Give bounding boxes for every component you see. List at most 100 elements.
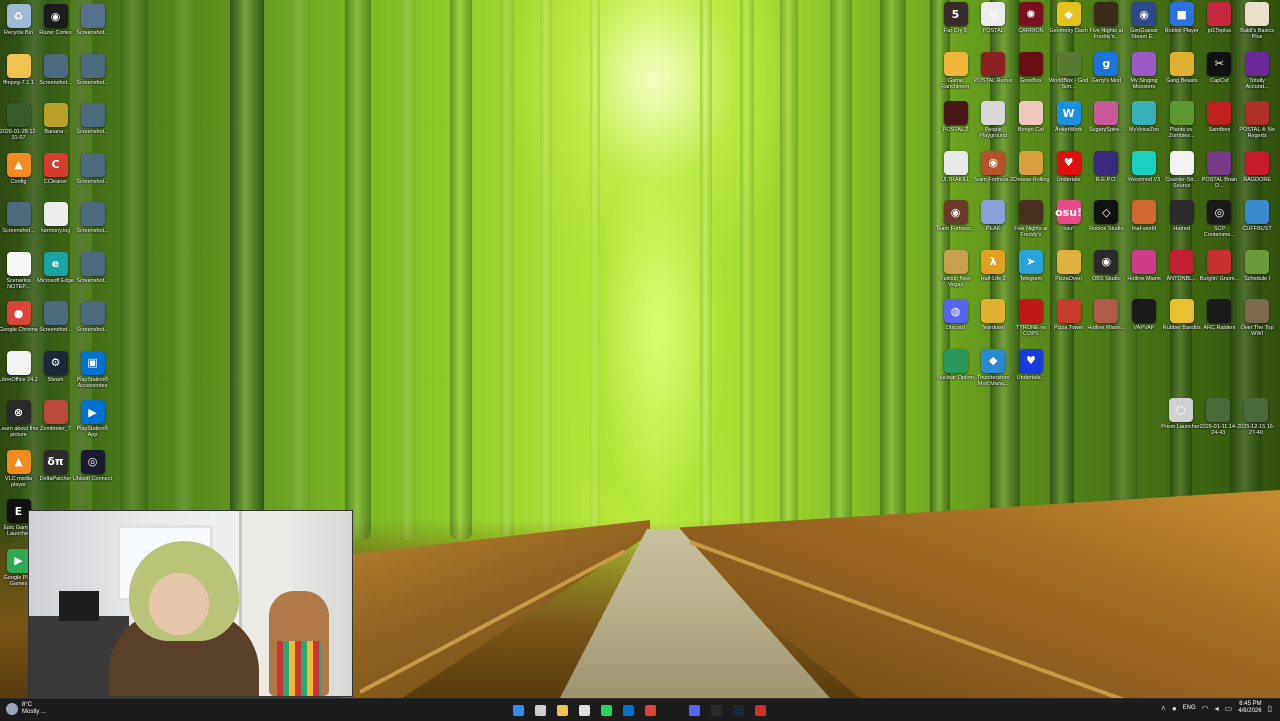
desktop-icon[interactable]: e Microsoft Edge [37, 251, 74, 300]
volume-icon[interactable]: ◂ [1215, 704, 1219, 713]
battery-icon[interactable]: ▭ [1225, 704, 1233, 713]
desktop-icon[interactable]: Screenshot... [74, 251, 111, 300]
desktop-icon[interactable]: ✺ CARRION [1012, 2, 1049, 50]
desktop-icon[interactable]: Banana - [37, 103, 74, 151]
desktop-icon[interactable]: ◉ OBS Studio [1088, 249, 1125, 298]
desktop-icon[interactable]: RAGDORE [1239, 150, 1276, 199]
desktop-icon[interactable]: 2026-01-28 12-31-07 [0, 103, 37, 151]
desktop-icon[interactable]: ◆ Thunderstore Mod Mana... [975, 348, 1012, 397]
desktop-icon[interactable]: POSTAL Brain D... [1201, 150, 1238, 199]
desktop-icon[interactable]: Screenshot... [74, 4, 111, 52]
desktop-icon[interactable]: Pizza Tower [1050, 299, 1087, 347]
desktop-icon[interactable]: fnaf-world [1126, 200, 1163, 248]
desktop-icon[interactable]: POSTAL Redux [974, 51, 1012, 100]
desktop-icon[interactable]: Five Nights at Freddy's... [1088, 2, 1125, 50]
desktop-icon[interactable]: Plants vs. Zombies... [1163, 101, 1200, 149]
desktop-icon[interactable]: Bongo Cat [1012, 101, 1049, 149]
desktop-icon[interactable]: Hatred [1163, 200, 1200, 248]
terminal-taskbar-button[interactable] [708, 702, 725, 718]
desktop-icon[interactable]: ◉ Team Fortress 2 [973, 150, 1013, 199]
desktop-icon[interactable]: VAPVAP [1126, 299, 1163, 347]
desktop-icon[interactable]: Screenshot... [74, 301, 111, 349]
desktop-icon[interactable]: PEAK [975, 200, 1012, 248]
desktop-icon[interactable]: ♻ Recycle Bin [0, 4, 37, 52]
desktop-icon[interactable]: Counter-Str... Source [1163, 150, 1200, 199]
desktop-icon[interactable]: ➤ Telegram [1012, 249, 1049, 298]
desktop-icon[interactable]: Nuclear Option [937, 348, 974, 397]
clock[interactable]: 6:45 PM 4/6/2026 [1238, 701, 1261, 715]
desktop-icon[interactable]: CUFFBUST [1239, 200, 1276, 248]
desktop-icon[interactable]: Over The Top WWI [1239, 299, 1276, 347]
desktop-icon[interactable]: Hotline Miami... [1087, 299, 1125, 347]
desktop-icon[interactable]: Sandbox [1201, 101, 1238, 149]
desktop-icon[interactable]: Fallout: New Vegas [937, 249, 974, 298]
desktop-icon[interactable]: ◉ Team Fortress... [936, 200, 975, 248]
desktop-icon[interactable]: ffmpeg-7.1.1 [0, 53, 37, 102]
playstation-app-taskbar-button[interactable] [620, 702, 637, 718]
steam-taskbar-button[interactable] [730, 702, 747, 718]
desktop-icon[interactable]: ◆ Geometry Dash [1049, 2, 1088, 50]
desktop-icon[interactable]: Screenshot... [37, 301, 74, 349]
desktop-icon[interactable]: Cheese Rolling [1012, 150, 1050, 199]
language-indicator[interactable]: ENG [1183, 705, 1196, 711]
task-view-taskbar-button[interactable] [576, 702, 593, 718]
desktop-icon[interactable]: ◎ Ubisoft Connect [73, 449, 112, 498]
desktop-icon[interactable]: 2026-01-11 14-24-43 [1200, 398, 1237, 446]
desktop-icon[interactable]: PizzaOven [1050, 249, 1087, 298]
desktop-icon[interactable]: Baldi's Basics Plus [1239, 2, 1276, 50]
desktop-icon[interactable]: 2025-12-15 16-27-40 [1237, 398, 1275, 446]
desktop-icon[interactable]: ▶ PlayStation® App [74, 400, 111, 448]
microphone-icon[interactable]: ● [1172, 704, 1177, 713]
discord-taskbar-button[interactable] [686, 702, 703, 718]
chevron-up-icon[interactable]: ˄ [1161, 704, 1166, 713]
chrome-taskbar-button[interactable] [642, 702, 659, 718]
screen-recorder-taskbar-button[interactable] [752, 702, 769, 718]
desktop-icon[interactable]: ☠ POSTAL [975, 2, 1012, 50]
desktop-icon[interactable]: Screenshot... [74, 202, 111, 250]
desktop-icon[interactable]: SugarySpire... [1088, 101, 1125, 149]
desktop-icon[interactable]: ⚙ Steam [37, 350, 74, 399]
desktop-icon[interactable]: ◉ Razer Cortex [37, 4, 74, 52]
desktop-icon[interactable]: harmony.log [37, 202, 74, 250]
desktop-icon[interactable]: R.E.P.O. [1088, 150, 1125, 199]
desktop-icon[interactable]: ♥ Undertale [1050, 150, 1087, 199]
desktop-icon[interactable]: Schedule I [1239, 249, 1276, 298]
desktop-icon[interactable]: ▲ Config [0, 152, 37, 201]
desktop-icon[interactable]: TYRONE vs COPS [1012, 299, 1049, 347]
desktop-icon[interactable]: osu! osu! [1050, 200, 1087, 248]
whatsapp-taskbar-button[interactable] [598, 702, 615, 718]
desktop-icon[interactable]: ● Google Chrome [0, 301, 38, 349]
desktop-icon[interactable]: Five Nights at Freddy's [1012, 200, 1049, 248]
desktop-icon[interactable]: C CCleaner [37, 152, 74, 201]
file-explorer-taskbar-button[interactable] [554, 702, 571, 718]
desktop-icon[interactable]: Screenshot... [74, 103, 111, 151]
desktop-icon[interactable]: GoreBox [1012, 51, 1049, 100]
desktop-icon[interactable]: Screenshot... [74, 53, 111, 102]
notification-bell-icon[interactable]: ▯ [1268, 704, 1272, 713]
gap-taskbar-button[interactable] [664, 702, 681, 718]
desktop-icon[interactable]: Screenshot... [37, 53, 74, 102]
desktop-icon[interactable]: ⬡ Prism Launcher [1161, 398, 1200, 446]
desktop-icon[interactable]: Screenshot... [74, 152, 111, 201]
desktop-icon[interactable]: pt1Toplus [1201, 2, 1238, 50]
desktop-icon[interactable]: Zombieter_7 [37, 400, 74, 448]
desktop-icon[interactable]: Scenarios NOTEP... [0, 251, 37, 300]
desktop-icon[interactable]: ANTONBL... [1163, 249, 1200, 298]
desktop-icon[interactable]: ▲ VLC media player [0, 449, 37, 498]
desktop-icon[interactable]: POSTAL 2 [937, 101, 974, 149]
desktop-icon[interactable]: People Playground [975, 101, 1012, 149]
desktop-icon[interactable]: My Singing Monsters [1126, 51, 1163, 100]
weather-widget[interactable]: 8°C Mostly ... [6, 702, 46, 716]
desktop-icon[interactable]: Hotline Miami [1126, 249, 1163, 298]
desktop-icon[interactable]: Teardown [975, 299, 1012, 347]
desktop-icon[interactable]: ULTRAKILL [937, 150, 974, 199]
desktop-icon[interactable]: Voicemod V3 [1126, 150, 1163, 199]
desktop-icon[interactable]: POSTAL 4: No Regerts [1239, 101, 1276, 149]
wifi-icon[interactable]: ◠ [1202, 704, 1209, 713]
desktop-icon[interactable]: δπ DeltaPatcher [37, 449, 74, 498]
desktop-icon[interactable]: Gang Beasts [1163, 51, 1200, 100]
desktop-icon[interactable]: Screenshot... [0, 202, 37, 250]
desktop-icon[interactable]: MyVoiceZoo [1126, 101, 1163, 149]
desktop-icon[interactable]: λ Half-Life 2 [975, 249, 1012, 298]
desktop-icon[interactable]: 5 Far Cry 5 [937, 2, 974, 50]
